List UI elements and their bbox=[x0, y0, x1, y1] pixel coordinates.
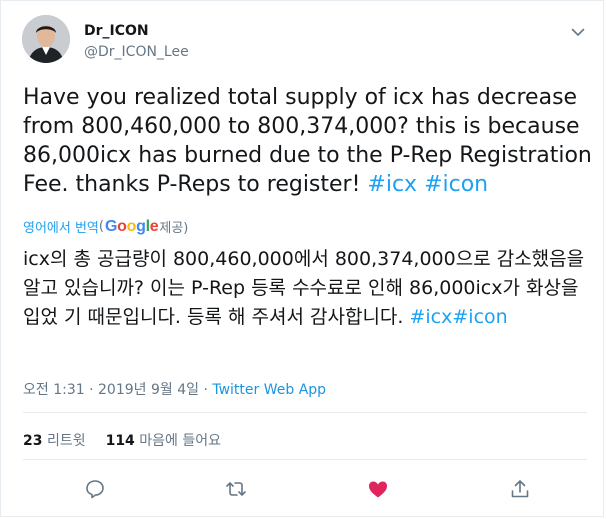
translate-provider-suffix: 제공) bbox=[159, 221, 189, 236]
avatar[interactable] bbox=[22, 15, 70, 63]
chevron-down-icon[interactable] bbox=[569, 23, 587, 41]
retweet-stat[interactable]: 23 리트윗 bbox=[23, 433, 86, 449]
action-bar bbox=[1, 477, 606, 501]
heart-icon[interactable] bbox=[366, 477, 390, 501]
like-stat[interactable]: 114 마음에 들어요 bbox=[106, 433, 221, 449]
tweet-date[interactable]: 2019년 9월 4일 bbox=[98, 382, 199, 398]
tweet-meta: 오전 1:31 · 2019년 9월 4일 · Twitter Web App bbox=[23, 382, 327, 398]
tweet-card: Dr_ICON @Dr_ICON_Lee Have you realized t… bbox=[0, 0, 604, 517]
reply-icon[interactable] bbox=[83, 477, 107, 501]
retweet-icon[interactable] bbox=[224, 477, 248, 501]
google-logo: Google bbox=[104, 217, 159, 235]
tweet-text: Have you realized total supply of icx ha… bbox=[23, 83, 593, 199]
author-display-name[interactable]: Dr_ICON bbox=[84, 23, 149, 39]
source-app-link[interactable]: Twitter Web App bbox=[212, 382, 326, 398]
author-handle[interactable]: @Dr_ICON_Lee bbox=[84, 44, 189, 60]
tweet-body: Have you realized total supply of icx ha… bbox=[23, 85, 592, 197]
translated-text: icx의 총 공급량이 800,460,000에서 800,374,000으로 … bbox=[23, 245, 593, 332]
divider bbox=[23, 459, 587, 460]
engagement-stats: 23 리트윗 114 마음에 들어요 bbox=[23, 430, 221, 450]
hashtag-link[interactable]: #icx#icon bbox=[409, 306, 507, 328]
translate-label[interactable]: 영어에서 번역 bbox=[23, 217, 99, 236]
hashtag-link[interactable]: #icx bbox=[367, 172, 417, 197]
divider bbox=[23, 412, 587, 413]
paren-open: ( bbox=[98, 219, 104, 234]
translation-attribution: 영어에서 번역 ( Google 제공) bbox=[23, 217, 189, 237]
tweet-time[interactable]: 오전 1:31 bbox=[23, 382, 85, 398]
hashtag-link[interactable]: #icon bbox=[424, 172, 488, 197]
share-icon[interactable] bbox=[508, 477, 532, 501]
